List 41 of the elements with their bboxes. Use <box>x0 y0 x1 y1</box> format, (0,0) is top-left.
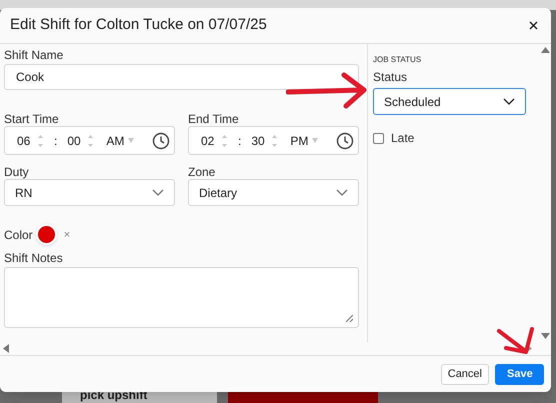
close-icon <box>528 21 538 30</box>
select-field[interactable]: RN <box>4 179 175 206</box>
cancel-button[interactable]: Cancel <box>440 364 489 384</box>
scroll-down-icon[interactable] <box>541 333 550 339</box>
shift-name-field[interactable]: Cook <box>4 64 359 90</box>
scroll-up-icon[interactable] <box>541 47 550 53</box>
chevron-down-icon <box>503 98 515 106</box>
checkbox-label: Late <box>391 130 414 147</box>
period-value[interactable]: AM <box>106 134 126 148</box>
chevron-down-icon <box>336 188 348 196</box>
clear-color-button[interactable]: × <box>64 228 70 242</box>
field-label: Start Time <box>4 112 60 126</box>
minute-value[interactable]: 00 <box>67 134 88 148</box>
field-label: Shift Name <box>4 48 64 62</box>
status-select[interactable]: Scheduled <box>373 88 526 115</box>
time-field[interactable]: 02 : 30 PM <box>188 126 359 155</box>
chevron-down-icon <box>152 188 164 196</box>
field-label: Color <box>4 228 33 242</box>
scroll-left-icon[interactable] <box>3 344 9 353</box>
field-label: Status <box>373 69 408 86</box>
section-heading: JOB STATUS <box>373 54 422 66</box>
time-field[interactable]: 06 : 00 AM <box>4 126 175 155</box>
late-checkbox[interactable] <box>373 132 384 144</box>
clock-icon[interactable] <box>152 132 170 150</box>
time-separator: : <box>238 134 242 148</box>
field-label: Duty <box>4 165 30 179</box>
field-label: Shift Notes <box>4 251 63 265</box>
time-separator: : <box>54 134 58 148</box>
clock-icon[interactable] <box>336 132 354 150</box>
color-swatch[interactable] <box>36 224 57 245</box>
minute-value[interactable]: 30 <box>251 134 272 148</box>
hour-value[interactable]: 02 <box>201 134 221 148</box>
dialog-title: Edit Shift for Colton Tucke on 07/07/25 <box>10 15 267 36</box>
period-value[interactable]: PM <box>290 134 310 148</box>
field-label: Zone <box>188 165 216 179</box>
notes-field[interactable] <box>4 267 359 328</box>
select-field[interactable]: Dietary <box>188 179 359 206</box>
hour-value[interactable]: 06 <box>17 134 37 148</box>
field-label: End Time <box>188 112 240 126</box>
save-button[interactable]: Save <box>495 364 544 384</box>
resize-handle-icon[interactable] <box>346 315 353 322</box>
